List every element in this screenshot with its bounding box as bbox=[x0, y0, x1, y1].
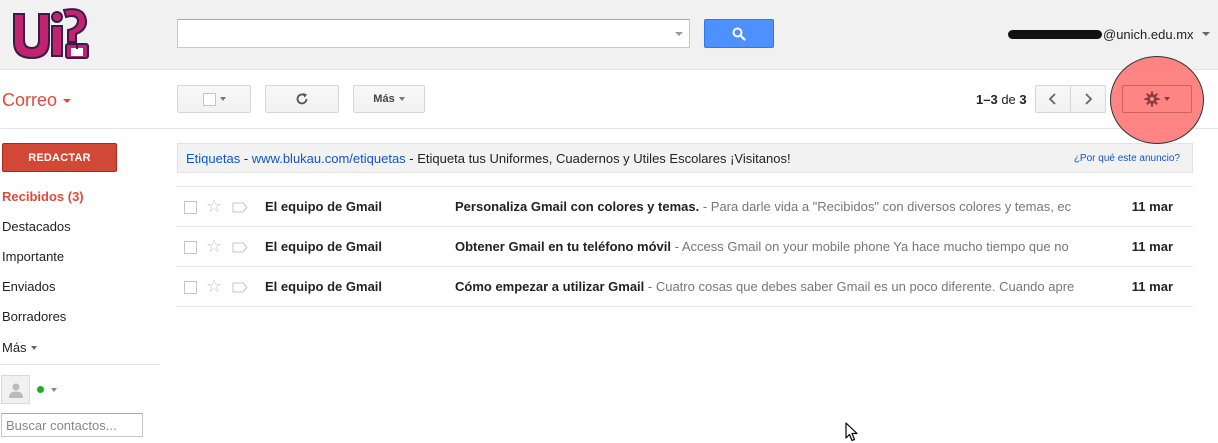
gear-icon bbox=[1144, 91, 1160, 107]
pager-total: 3 bbox=[1019, 92, 1027, 107]
mail-checkbox[interactable] bbox=[184, 241, 197, 254]
mail-subject: Cómo empezar a utilizar Gmail bbox=[455, 279, 645, 294]
mail-snippet: - Access Gmail on your mobile phone Ya h… bbox=[670, 239, 1069, 254]
older-button[interactable] bbox=[1070, 85, 1106, 113]
search-icon bbox=[732, 27, 746, 41]
pager-range-value: 1–3 bbox=[976, 92, 998, 107]
mail-row[interactable]: ☆ El equipo de Gmail Obtener Gmail en tu… bbox=[177, 227, 1193, 267]
ad-url-link[interactable]: www.blukau.com/etiquetas bbox=[252, 151, 406, 166]
newer-button[interactable] bbox=[1035, 85, 1071, 113]
mail-content: Personaliza Gmail con colores y temas. -… bbox=[455, 199, 1078, 214]
account-email-suffix: @unich.edu.mx bbox=[1103, 26, 1194, 42]
ad-bar: Etiquetas - www.blukau.com/etiquetas - E… bbox=[177, 143, 1193, 173]
compose-button[interactable]: REDACTAR bbox=[2, 143, 117, 172]
sidebar-divider bbox=[0, 364, 160, 365]
mail-sender: El equipo de Gmail bbox=[265, 279, 383, 294]
search-box[interactable] bbox=[177, 19, 690, 48]
search-options-icon[interactable] bbox=[675, 32, 683, 36]
app-switcher[interactable]: Correo bbox=[2, 90, 72, 111]
redacted-username bbox=[1008, 29, 1102, 39]
mail-toolbar: Correo Más 1–3 de 3 bbox=[0, 71, 1218, 129]
ad-separator: - bbox=[240, 150, 252, 166]
why-this-ad-link[interactable]: ¿Por qué este anuncio? bbox=[1074, 153, 1180, 164]
mail-checkbox[interactable] bbox=[184, 201, 197, 214]
sidebar-item-sent[interactable]: Enviados bbox=[0, 273, 160, 303]
mail-sender: El equipo de Gmail bbox=[265, 199, 383, 214]
star-icon[interactable]: ☆ bbox=[206, 276, 222, 296]
refresh-icon bbox=[296, 93, 308, 105]
chevron-right-icon bbox=[1085, 93, 1093, 105]
mail-checkbox[interactable] bbox=[184, 281, 197, 294]
contacts-search-input[interactable] bbox=[2, 414, 142, 436]
chevron-down-icon bbox=[63, 98, 72, 103]
chevron-down-icon bbox=[398, 97, 405, 101]
top-header: @unich.edu.mx bbox=[0, 0, 1218, 70]
star-icon[interactable]: ☆ bbox=[206, 236, 222, 256]
search-input[interactable] bbox=[178, 20, 658, 47]
important-marker-icon[interactable] bbox=[232, 201, 248, 216]
mail-content: Cómo empezar a utilizar Gmail - Cuatro c… bbox=[455, 279, 1078, 294]
person-icon bbox=[8, 383, 23, 398]
ad-title-link[interactable]: Etiquetas bbox=[186, 151, 240, 166]
mail-subject: Personaliza Gmail con colores y temas. bbox=[455, 199, 700, 214]
pager-of-label: de bbox=[1001, 92, 1016, 107]
pager-range: 1–3 de 3 bbox=[976, 92, 1027, 107]
mouse-cursor-icon bbox=[845, 422, 859, 443]
sidebar-more-label: Más bbox=[2, 340, 27, 355]
chat-status-online-icon[interactable] bbox=[37, 386, 44, 393]
star-icon[interactable]: ☆ bbox=[206, 196, 222, 216]
unich-logo-icon bbox=[13, 8, 89, 60]
mail-row[interactable]: ☆ El equipo de Gmail Personaliza Gmail c… bbox=[177, 187, 1193, 227]
contacts-search-box[interactable] bbox=[1, 413, 143, 437]
chevron-down-icon bbox=[1164, 97, 1170, 101]
mail-list: ☆ El equipo de Gmail Personaliza Gmail c… bbox=[177, 186, 1193, 307]
mail-subject: Obtener Gmail en tu teléfono móvil bbox=[455, 239, 671, 254]
sidebar-item-starred[interactable]: Destacados bbox=[0, 213, 160, 243]
sidebar-more[interactable]: Más bbox=[0, 333, 160, 363]
avatar[interactable] bbox=[1, 375, 30, 404]
chevron-left-icon bbox=[1048, 93, 1056, 105]
chevron-down-icon[interactable] bbox=[51, 388, 57, 392]
mail-date: 11 mar bbox=[1131, 199, 1173, 214]
chevron-down-icon bbox=[30, 346, 37, 350]
ad-text: Etiqueta tus Uniformes, Cuadernos y Util… bbox=[417, 150, 791, 166]
ad-separator: - bbox=[405, 150, 418, 166]
mail-date: 11 mar bbox=[1131, 279, 1173, 294]
chevron-down-icon bbox=[1201, 32, 1210, 36]
mail-sender: El equipo de Gmail bbox=[265, 239, 383, 254]
sidebar-nav: Recibidos (3) Destacados Importante Envi… bbox=[0, 183, 160, 363]
important-marker-icon[interactable] bbox=[232, 241, 248, 256]
mail-row[interactable]: ☆ El equipo de Gmail Cómo empezar a util… bbox=[177, 267, 1193, 307]
search-button[interactable] bbox=[704, 19, 774, 48]
select-all-button[interactable] bbox=[177, 85, 251, 113]
logo[interactable] bbox=[8, 4, 92, 64]
mail-snippet: - Para darle vida a "Recibidos" con dive… bbox=[699, 199, 1072, 214]
important-marker-icon[interactable] bbox=[232, 281, 248, 296]
sidebar-item-important[interactable]: Importante bbox=[0, 243, 160, 273]
checkbox-icon bbox=[202, 92, 216, 106]
app-name: Correo bbox=[2, 90, 58, 110]
mail-content: Obtener Gmail en tu teléfono móvil - Acc… bbox=[455, 239, 1078, 254]
sidebar-item-drafts[interactable]: Borradores bbox=[0, 303, 160, 333]
mail-snippet: - Cuatro cosas que debes saber Gmail es … bbox=[644, 279, 1075, 294]
mail-date: 11 mar bbox=[1131, 239, 1173, 254]
more-actions-label: Más bbox=[373, 93, 395, 105]
settings-button[interactable] bbox=[1122, 85, 1192, 113]
chevron-down-icon bbox=[219, 97, 226, 101]
sidebar-item-inbox[interactable]: Recibidos (3) bbox=[0, 183, 160, 213]
account-menu[interactable]: @unich.edu.mx bbox=[1008, 25, 1210, 43]
refresh-button[interactable] bbox=[265, 85, 339, 113]
more-actions-button[interactable]: Más bbox=[353, 85, 425, 113]
